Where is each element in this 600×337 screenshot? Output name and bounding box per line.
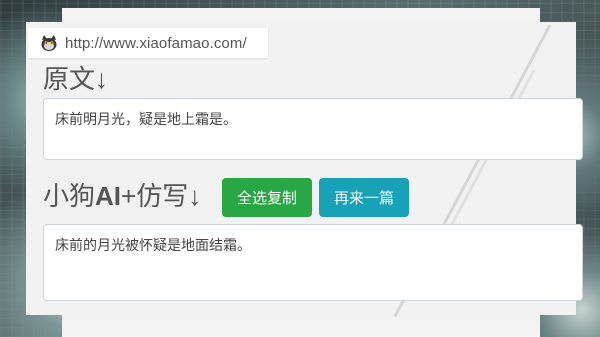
rewrite-text-area[interactable]: 床前的月光被怀疑是地面结霜。 (43, 224, 583, 301)
cat-icon (40, 34, 58, 52)
rewrite-heading-suffix: +仿写↓ (121, 181, 202, 211)
copy-all-button[interactable]: 全选复制 (222, 178, 312, 217)
rewrite-heading-ai: AI (95, 181, 122, 211)
address-bar[interactable]: http://www.xiaofamao.com/ (28, 28, 268, 58)
rewrite-text: 床前的月光被怀疑是地面结霜。 (55, 238, 251, 254)
another-button[interactable]: 再来一篇 (319, 178, 409, 217)
original-text: 床前明月光，疑是地上霜是。 (55, 112, 237, 128)
url-text[interactable]: http://www.xiaofamao.com/ (65, 35, 247, 52)
rewrite-heading: 小狗AI+仿写↓ (43, 176, 201, 213)
original-heading: 原文↓ (43, 64, 109, 94)
rewrite-heading-prefix: 小狗 (43, 181, 96, 211)
original-text-area[interactable]: 床前明月光，疑是地上霜是。 (43, 98, 583, 160)
